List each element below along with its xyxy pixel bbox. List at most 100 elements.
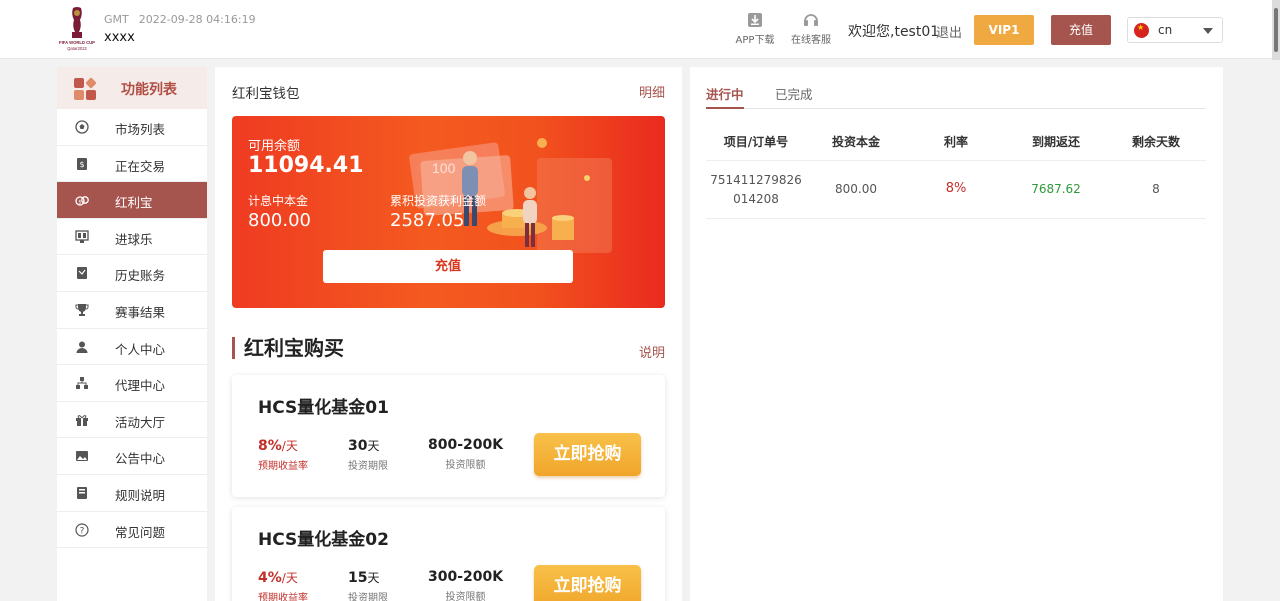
fund-period: 15天投资期限: [348, 569, 388, 601]
coins-icon: $: [75, 196, 89, 206]
svg-text:?: ?: [80, 526, 85, 536]
fund-limit-label: 投资限额: [445, 592, 486, 601]
order-number-line2: 014208: [733, 192, 779, 206]
sidebar-item[interactable]: 进球乐: [57, 219, 207, 256]
scoreboard-icon: [75, 230, 89, 243]
sidebar-item-label: 代理中心: [115, 378, 166, 394]
orders-table-header: 项目/订单号 投资本金 利率 到期返还 剩余天数: [706, 117, 1206, 161]
order-number: 751411279826 014208: [706, 171, 806, 209]
trophy-icon: [75, 303, 89, 316]
sidebar-item[interactable]: 赛事结果: [57, 292, 207, 329]
top-header: FIFA WORLD CUP Qatar2022 GMT 2022-09-28 0…: [0, 0, 1280, 60]
order-principal: 800.00: [835, 182, 877, 196]
sidebar: 功能列表 市场列表 $ 正在交易 $ 红利宝进球乐历史账务赛事结果个人中心代理中心活动大…: [57, 67, 207, 601]
col-return: 到期返还: [1031, 135, 1080, 149]
wallet-card: 100 可用余额 11094.41 计息中本金 800.00 累积投资获利金额 …: [232, 116, 665, 308]
sidebar-item-label: 活动大厅: [115, 414, 166, 430]
svg-text:100: 100: [432, 160, 456, 176]
online-service-button[interactable]: 在线客服: [786, 12, 836, 46]
chevron-down-icon: [1203, 28, 1213, 34]
fund-limit-label: 投资限额: [445, 460, 486, 471]
sidebar-item[interactable]: 市场列表: [57, 109, 207, 146]
profit-label: 累积投资获利金额: [390, 194, 487, 208]
app-download-button[interactable]: APP下载: [730, 12, 780, 46]
sidebar-item[interactable]: $ 红利宝: [57, 182, 207, 219]
tab-in-progress[interactable]: 进行中: [706, 84, 744, 109]
sidebar-item[interactable]: 个人中心: [57, 329, 207, 366]
explain-link[interactable]: 说明: [639, 342, 665, 361]
buy-section-title: 红利宝购买: [232, 337, 344, 359]
wallet-recharge-button[interactable]: 充值: [323, 250, 573, 283]
detail-link[interactable]: 明细: [639, 82, 665, 101]
buy-now-button[interactable]: 立即抢购: [534, 433, 641, 476]
window-scrollbar[interactable]: [1272, 0, 1280, 60]
gmt-clock: GMT 2022-09-28 04:16:19: [104, 13, 266, 26]
fund-period: 30天 投资期限: [348, 437, 388, 472]
order-days-left: 8: [1152, 182, 1160, 196]
sidebar-item-label: 常见问题: [115, 524, 166, 540]
china-flag-icon: [1134, 23, 1149, 38]
sidebar-item[interactable]: 公告中心: [57, 438, 207, 475]
hierarchy-icon: [76, 377, 88, 390]
welcome-text: 欢迎您,test01: [848, 24, 940, 40]
fund-rate: 4%/天预期收益率: [258, 569, 308, 601]
ledger-icon: [77, 267, 87, 280]
sidebar-header: 功能列表: [57, 67, 207, 109]
col-order-no: 项目/订单号: [723, 135, 789, 149]
principal-label: 计息中本金: [248, 194, 309, 208]
sidebar-item-label: 正在交易: [115, 158, 166, 174]
logout-link[interactable]: 退出: [936, 22, 962, 41]
fund-period-unit: 天: [367, 571, 380, 585]
fund-name: HCS量化基金01: [258, 398, 389, 418]
svg-text:FIFA WORLD CUP: FIFA WORLD CUP: [59, 40, 95, 45]
download-icon: [748, 13, 762, 27]
money-handshake-illustration: 100: [409, 138, 612, 253]
fund-rate-label: 预期收益率: [258, 593, 308, 601]
book-icon: [77, 486, 87, 499]
image-icon: [76, 451, 88, 462]
fund-rate: 8%/天 预期收益率: [258, 437, 308, 472]
fund-period-label: 投资期限: [348, 593, 388, 601]
col-principal: 投资本金: [831, 135, 880, 149]
orders-panel: 进行中 已完成 项目/订单号 投资本金 利率 到期返还 剩余天数 7514112…: [690, 67, 1223, 601]
sidebar-item-label: 赛事结果: [115, 304, 166, 320]
gift-icon: [76, 414, 88, 426]
app-download-label: APP下载: [735, 35, 775, 46]
sidebar-item[interactable]: ? 常见问题: [57, 512, 207, 549]
fund-rate-value: 4%: [258, 570, 282, 586]
fund-limit-value: 300-200K: [428, 569, 504, 585]
sidebar-item[interactable]: $ 正在交易: [57, 146, 207, 183]
order-number-line1: 751411279826: [710, 173, 802, 187]
sidebar-item-label: 进球乐: [115, 231, 153, 247]
sidebar-item[interactable]: 历史账务: [57, 255, 207, 292]
soccer-ball-icon: [75, 120, 89, 134]
principal-value: 800.00: [248, 210, 311, 231]
sidebar-item-label: 红利宝: [115, 195, 153, 211]
function-grid-icon: [74, 77, 97, 100]
sidebar-item[interactable]: 活动大厅: [57, 402, 207, 439]
online-service-label: 在线客服: [791, 35, 831, 46]
fund-rate-unit: /天: [281, 571, 298, 585]
header-recharge-button[interactable]: 充值: [1051, 15, 1111, 45]
col-days-left: 剩余天数: [1131, 135, 1180, 149]
tab-completed[interactable]: 已完成: [775, 84, 813, 109]
sidebar-item-label: 规则说明: [115, 487, 166, 503]
sidebar-item[interactable]: 规则说明: [57, 475, 207, 512]
table-row: 751411279826 014208 800.00 8% 7687.62 8: [706, 161, 1206, 219]
fund-period-value: 15: [348, 570, 368, 586]
question-icon: ?: [75, 522, 89, 537]
wallet-title: 红利宝钱包: [232, 86, 300, 102]
fund-limit: 300-200K 投资限额: [428, 569, 503, 601]
sidebar-item[interactable]: 代理中心: [57, 365, 207, 402]
svg-text:$: $: [79, 160, 84, 169]
world-cup-logo: FIFA WORLD CUP Qatar2022: [59, 7, 95, 51]
language-select[interactable]: cn: [1127, 17, 1223, 43]
order-tabs: 进行中 已完成: [706, 67, 1206, 109]
language-code: cn: [1158, 23, 1173, 37]
sidebar-item-label: 个人中心: [115, 341, 166, 357]
fund-card: HCS量化基金02 4%/天 预期收益率 15天 投资期限 300-200K 投资限额 立即抢…: [232, 507, 665, 601]
order-return: 7687.62: [1031, 182, 1081, 196]
fund-period-unit: 天: [367, 439, 380, 453]
buy-now-button[interactable]: 立即抢购: [534, 565, 641, 601]
vip-button[interactable]: VIP1: [974, 15, 1034, 45]
